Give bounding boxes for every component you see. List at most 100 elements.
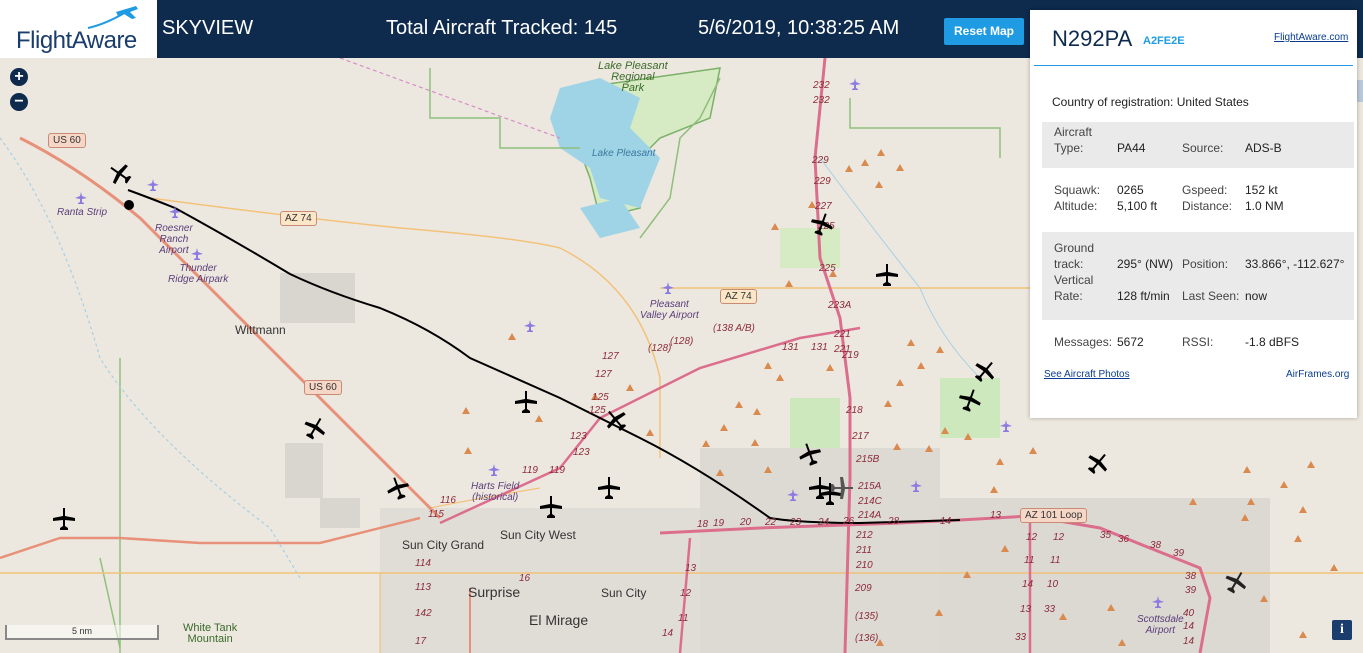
route-number: 219 (842, 350, 859, 361)
distance-label: Distance: (1182, 199, 1233, 213)
route-number: 229 (812, 155, 829, 166)
route-number: 221 (834, 329, 851, 340)
route-number: 11 (678, 613, 689, 624)
messages-value: 5672 (1117, 335, 1144, 349)
zoom-out-button[interactable]: − (10, 93, 28, 111)
route-number: 16 (519, 573, 531, 584)
aircraft-icon[interactable] (539, 495, 563, 519)
route-number: 24 (818, 517, 830, 528)
route-number: 229 (814, 176, 831, 187)
aircraft-type-value: PA44 (1117, 141, 1146, 155)
route-number: 232 (813, 80, 830, 91)
aircraft-icon[interactable] (52, 507, 76, 531)
route-number: 223A (828, 300, 852, 311)
route-number: 11 (1050, 555, 1061, 566)
route-number: 125 (592, 392, 609, 403)
route-number: 127 (595, 369, 612, 380)
route-number: (128) (670, 336, 694, 347)
sun-city-label: Sun City (601, 586, 647, 600)
aircraft-icon[interactable] (830, 476, 854, 500)
country-value: United States (1176, 95, 1249, 109)
airport-icon[interactable] (191, 248, 203, 260)
airframes-link[interactable]: AirFrames.org (1286, 369, 1349, 380)
country-of-registration: Country of registration: United States (1052, 95, 1249, 109)
ground-track-label: Ground track: (1054, 241, 1095, 271)
az74-shield-2: AZ 74 (720, 289, 757, 304)
route-number: 20 (740, 517, 752, 528)
source-label: Source: (1182, 141, 1224, 155)
zoom-in-button[interactable]: + (10, 68, 28, 86)
rssi-value: -1.8 dBFS (1245, 335, 1300, 349)
source-value: ADS-B (1245, 141, 1282, 155)
route-number: 116 (440, 495, 456, 506)
airport-icon[interactable] (1152, 596, 1164, 608)
current-datetime: 5/6/2019, 10:38:25 AM (698, 17, 900, 39)
airport-icon[interactable] (787, 489, 799, 501)
rssi-label: RSSI: (1182, 335, 1214, 349)
flightaware-logo[interactable]: FlightAware (0, 0, 157, 58)
see-aircraft-photos-link[interactable]: See Aircraft Photos (1044, 369, 1130, 380)
route-number: 18 (697, 519, 709, 530)
route-number: 131 (782, 342, 799, 353)
reset-map-button[interactable]: Reset Map (944, 18, 1024, 45)
route-number: (138 A/B) (713, 323, 755, 334)
aircraft-icon[interactable] (514, 390, 538, 414)
harts-field-label: Harts Field (historical) (471, 481, 520, 503)
gspeed-label: Gspeed: (1182, 183, 1228, 197)
route-number: 225 (819, 263, 836, 274)
position-label: Position: (1182, 257, 1229, 271)
route-number: 23 (790, 517, 802, 528)
route-number: 214C (858, 496, 882, 507)
airport-icon[interactable] (910, 480, 922, 492)
aircraft-type-label: Aircraft Type: (1054, 125, 1093, 155)
airport-icon[interactable] (488, 464, 500, 476)
us60-shield-2: US 60 (304, 380, 342, 395)
route-number: 26 (843, 516, 855, 527)
airport-icon[interactable] (169, 206, 181, 218)
squawk-label: Squawk: (1054, 183, 1101, 197)
aircraft-hex-code: A2FE2E (1143, 35, 1185, 47)
vertical-rate-value: 128 ft/min (1117, 289, 1170, 303)
aircraft-info-panel: N292PA A2FE2E FlightAware.com Country of… (1030, 10, 1357, 418)
site-name: SKYVIEW (162, 17, 254, 39)
aircraft-icon[interactable] (875, 263, 899, 287)
route-number: 10 (1047, 579, 1059, 590)
altitude-label: Altitude: (1054, 199, 1098, 213)
route-number: 19 (713, 518, 725, 529)
airport-icon[interactable] (75, 192, 87, 204)
position-value: 33.866°, -112.627° (1245, 257, 1345, 271)
route-number: 14 (662, 628, 674, 639)
route-number: 33 (1044, 604, 1056, 615)
airport-icon[interactable] (849, 78, 861, 90)
route-number: 123 (573, 447, 590, 458)
scottsdale-airport-label: Scottsdale Airport (1137, 614, 1184, 636)
squawk-row: Squawk: 0265 Gspeed: 152 kt Altitude: 5,… (1042, 180, 1354, 220)
vertical-rate-label: Vertical Rate: (1054, 273, 1094, 303)
wittmann-label: Wittmann (235, 323, 286, 337)
route-number: 232 (813, 95, 830, 106)
route-number: 13 (685, 563, 697, 574)
messages-label: Messages: (1054, 335, 1113, 349)
flightaware-link[interactable]: FlightAware.com (1274, 32, 1348, 43)
route-number: 40 (1183, 608, 1195, 619)
route-number: 38 (1185, 571, 1197, 582)
sun-city-west-label: Sun City West (500, 528, 576, 542)
airport-icon[interactable] (524, 320, 536, 332)
airport-icon[interactable] (1000, 420, 1012, 432)
aircraft-icon[interactable] (597, 476, 621, 500)
receiver-location-marker (124, 200, 134, 210)
route-number: 33 (1015, 632, 1027, 643)
pleasant-valley-label: Pleasant Valley Airport (640, 299, 699, 321)
map-scale-bar: 5 nm (5, 625, 159, 640)
route-number: 12 (1053, 532, 1065, 543)
airport-icon[interactable] (147, 179, 159, 191)
map-info-button[interactable]: i (1332, 620, 1352, 640)
panel-scroll-tab[interactable] (1357, 80, 1363, 102)
lake-pleasant-label: Lake Pleasant (592, 148, 656, 159)
route-number: 210 (856, 560, 873, 571)
aircraft-tracked-count: Total Aircraft Tracked: 145 (386, 17, 618, 39)
white-tank-label: White Tank Mountain (183, 622, 238, 645)
airport-icon[interactable] (662, 282, 674, 294)
route-number: 22 (765, 517, 777, 528)
logo-text: FlightAware (16, 27, 137, 54)
